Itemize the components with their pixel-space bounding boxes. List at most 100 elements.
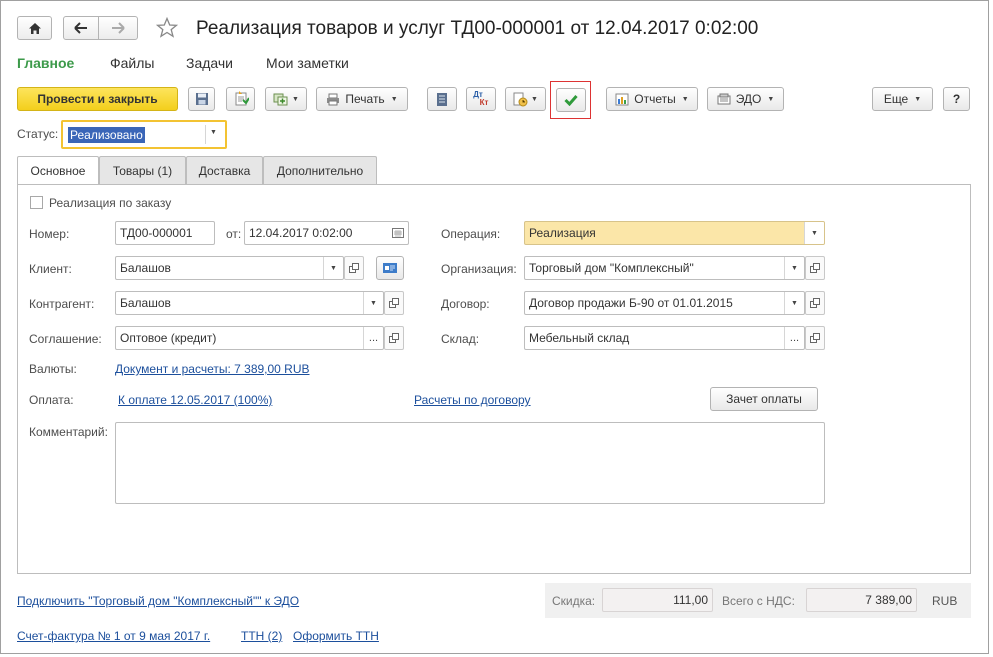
contract-calc-link[interactable]: Расчеты по договору	[414, 393, 531, 407]
ellipsis-select-button[interactable]: ...	[784, 327, 804, 349]
contract-value: Договор продажи Б-90 от 01.01.2015	[529, 296, 733, 310]
counterparty-field[interactable]: Балашов ▼	[115, 291, 384, 315]
chevron-down-icon: ▼	[767, 95, 775, 103]
favorite-star-icon[interactable]	[155, 16, 179, 42]
payment-link[interactable]: К оплате 12.05.2017 (100%)	[118, 393, 272, 407]
tab-main[interactable]: Основное	[17, 156, 99, 185]
more-label: Еще	[883, 92, 909, 106]
menu-tasks[interactable]: Задачи	[186, 55, 233, 71]
menu-files[interactable]: Файлы	[110, 55, 154, 71]
chevron-down-icon: ▼	[531, 95, 538, 103]
organization-field[interactable]: Торговый дом "Комплексный" ▼	[524, 256, 805, 280]
ellipsis-select-button[interactable]: ...	[363, 327, 383, 349]
discount-field: 111,00	[602, 588, 713, 612]
date-value: 12.04.2017 0:02:00	[249, 226, 353, 240]
confirm-check-button[interactable]	[555, 88, 586, 112]
more-button[interactable]: Еще ▼	[872, 87, 933, 111]
chevron-down-icon[interactable]: ▼	[804, 222, 824, 244]
client-field[interactable]: Балашов ▼	[115, 256, 344, 280]
warehouse-label: Склад:	[441, 332, 480, 346]
home-icon	[28, 22, 41, 34]
warehouse-open-button[interactable]	[805, 326, 825, 350]
agreement-field[interactable]: Оптовое (кредит) ...	[115, 326, 384, 350]
chevron-down-icon: ▼	[390, 95, 398, 103]
total-value: 7 389,00	[865, 593, 912, 607]
contract-field[interactable]: Договор продажи Б-90 от 01.01.2015 ▼	[524, 291, 805, 315]
contract-open-button[interactable]	[805, 291, 825, 315]
post-button[interactable]	[226, 87, 255, 111]
client-value: Балашов	[120, 261, 171, 275]
currency-label: Валюты:	[29, 362, 77, 376]
print-label: Печать	[345, 92, 385, 106]
home-button[interactable]	[17, 16, 52, 40]
reports-button[interactable]: Отчеты ▼	[606, 87, 698, 111]
menu-my-notes[interactable]: Мои заметки	[266, 55, 349, 71]
help-button[interactable]: ?	[943, 87, 970, 111]
open-form-icon	[810, 298, 820, 308]
client-open-button[interactable]	[344, 256, 364, 280]
journal-button[interactable]	[427, 87, 457, 111]
kt-label: Кт	[479, 98, 489, 107]
chevron-down-icon[interactable]: ▼	[363, 292, 383, 314]
number-field[interactable]: ТД00-000001	[115, 221, 215, 245]
organization-label: Организация:	[441, 262, 517, 276]
post-and-close-button[interactable]: Провести и закрыть	[17, 87, 178, 111]
page-title: Реализация товаров и услуг ТД00-000001 о…	[196, 18, 759, 39]
create-based-icon	[273, 93, 288, 106]
total-field: 7 389,00	[806, 588, 917, 612]
connect-edo-link[interactable]: Подключить "Торговый дом "Комплексный"" …	[17, 594, 299, 608]
chevron-down-icon: ▼	[681, 95, 689, 103]
operation-field[interactable]: Реализация ▼	[524, 221, 825, 245]
print-button[interactable]: Печать ▼	[316, 87, 408, 111]
create-based-on-button[interactable]: ▼	[265, 87, 307, 111]
date-field[interactable]: 12.04.2017 0:02:00	[244, 221, 409, 245]
chevron-down-icon: ▼	[210, 129, 217, 136]
warehouse-field[interactable]: Мебельный склад ...	[524, 326, 805, 350]
invoice-link[interactable]: Счет-фактура № 1 от 9 мая 2017 г.	[17, 629, 210, 643]
make-ttn-link[interactable]: Оформить ТТН	[293, 629, 379, 643]
comment-label: Комментарий:	[29, 425, 108, 439]
dt-kt-button[interactable]: Дт Кт	[466, 87, 496, 111]
status-select[interactable]: Реализовано ▼	[61, 120, 227, 149]
offset-payment-button[interactable]: Зачет оплаты	[710, 387, 818, 411]
client-card-button[interactable]	[376, 256, 404, 280]
comment-textarea[interactable]	[115, 422, 825, 504]
operation-label: Операция:	[441, 227, 501, 241]
menu-main[interactable]: Главное	[17, 55, 74, 71]
tab-goods[interactable]: Товары (1)	[99, 156, 186, 184]
tab-additional[interactable]: Дополнительно	[263, 156, 377, 184]
report-chart-icon	[615, 93, 629, 105]
date-from-label: от:	[226, 227, 242, 241]
floppy-disk-icon	[195, 93, 208, 105]
counterparty-value: Балашов	[120, 296, 171, 310]
currency-link[interactable]: Документ и расчеты: 7 389,00 RUB	[115, 362, 310, 376]
chevron-down-icon[interactable]: ▼	[323, 257, 343, 279]
open-form-icon	[810, 333, 820, 343]
open-form-icon	[389, 298, 399, 308]
discount-value: 111,00	[673, 593, 708, 607]
open-form-icon	[349, 263, 359, 273]
counterparty-open-button[interactable]	[384, 291, 404, 315]
payment-label: Оплата:	[29, 393, 74, 407]
agreement-open-button[interactable]	[384, 326, 404, 350]
chevron-down-icon[interactable]: ▼	[784, 257, 804, 279]
chevron-down-icon[interactable]: ▼	[784, 292, 804, 314]
client-card-icon	[383, 263, 397, 273]
edo-button[interactable]: ЭДО ▼	[707, 87, 784, 111]
arrow-left-icon	[74, 22, 87, 34]
organization-open-button[interactable]	[805, 256, 825, 280]
calendar-icon[interactable]	[388, 222, 408, 244]
by-order-checkbox[interactable]	[30, 196, 43, 209]
status-divider	[205, 125, 206, 144]
save-button[interactable]	[188, 87, 215, 111]
tab-delivery[interactable]: Доставка	[186, 156, 263, 184]
checkmark-icon	[563, 95, 578, 106]
status-value: Реализовано	[68, 127, 145, 143]
attachments-button[interactable]: ▼	[505, 87, 546, 111]
forward-button[interactable]	[98, 16, 138, 40]
document-window: Реализация товаров и услуг ТД00-000001 о…	[0, 0, 989, 654]
open-form-icon	[810, 263, 820, 273]
back-button[interactable]	[63, 16, 99, 40]
ttn-link[interactable]: ТТН (2)	[241, 629, 282, 643]
chevron-down-icon: ▼	[292, 95, 299, 103]
